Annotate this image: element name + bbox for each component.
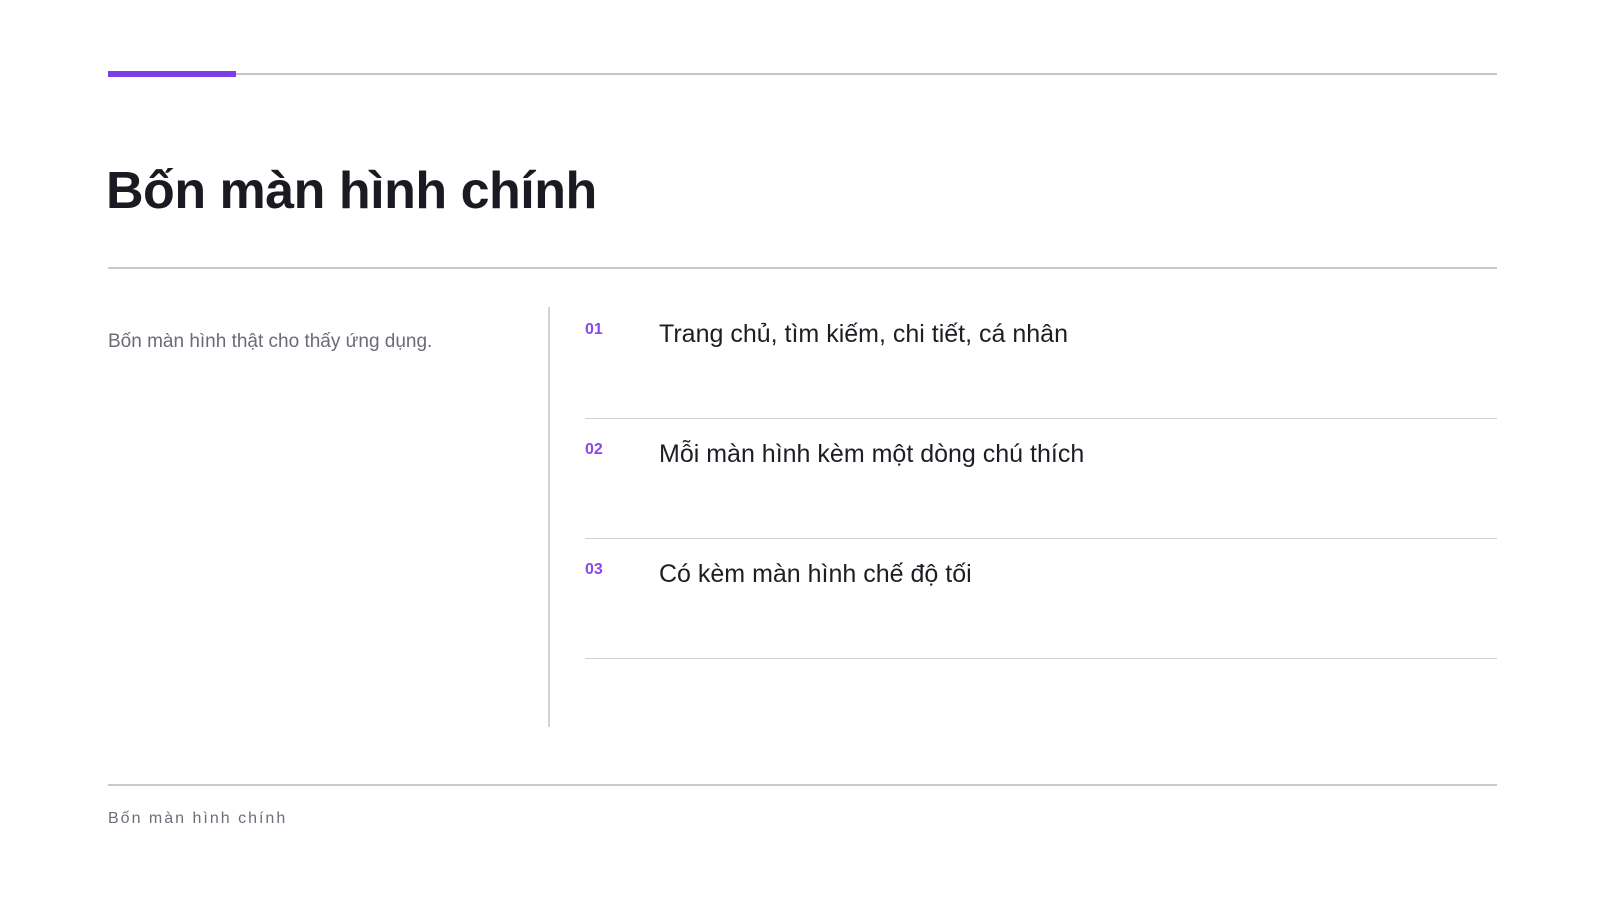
item-text: Có kèm màn hình chế độ tối — [659, 560, 972, 588]
item-number: 01 — [585, 321, 603, 338]
items-list: 01 Trang chủ, tìm kiếm, chi tiết, cá nhâ… — [585, 300, 1497, 659]
top-accent-bar — [108, 71, 236, 77]
title-divider — [108, 267, 1497, 269]
intro-text: Bốn màn hình thật cho thấy ứng dụng. — [108, 331, 433, 352]
item-text: Mỗi màn hình kèm một dòng chú thích — [659, 440, 1085, 468]
column-divider — [548, 307, 550, 727]
footer-label: Bốn màn hình chính — [108, 810, 288, 827]
footer-divider — [108, 784, 1497, 786]
list-item: 01 Trang chủ, tìm kiếm, chi tiết, cá nhâ… — [585, 300, 1497, 419]
top-rule — [108, 73, 1497, 75]
page-title: Bốn màn hình chính — [106, 162, 597, 220]
item-number: 02 — [585, 441, 603, 458]
item-text: Trang chủ, tìm kiếm, chi tiết, cá nhân — [659, 320, 1068, 348]
list-item: 03 Có kèm màn hình chế độ tối — [585, 539, 1497, 659]
item-number: 03 — [585, 561, 603, 578]
list-item: 02 Mỗi màn hình kèm một dòng chú thích — [585, 419, 1497, 539]
